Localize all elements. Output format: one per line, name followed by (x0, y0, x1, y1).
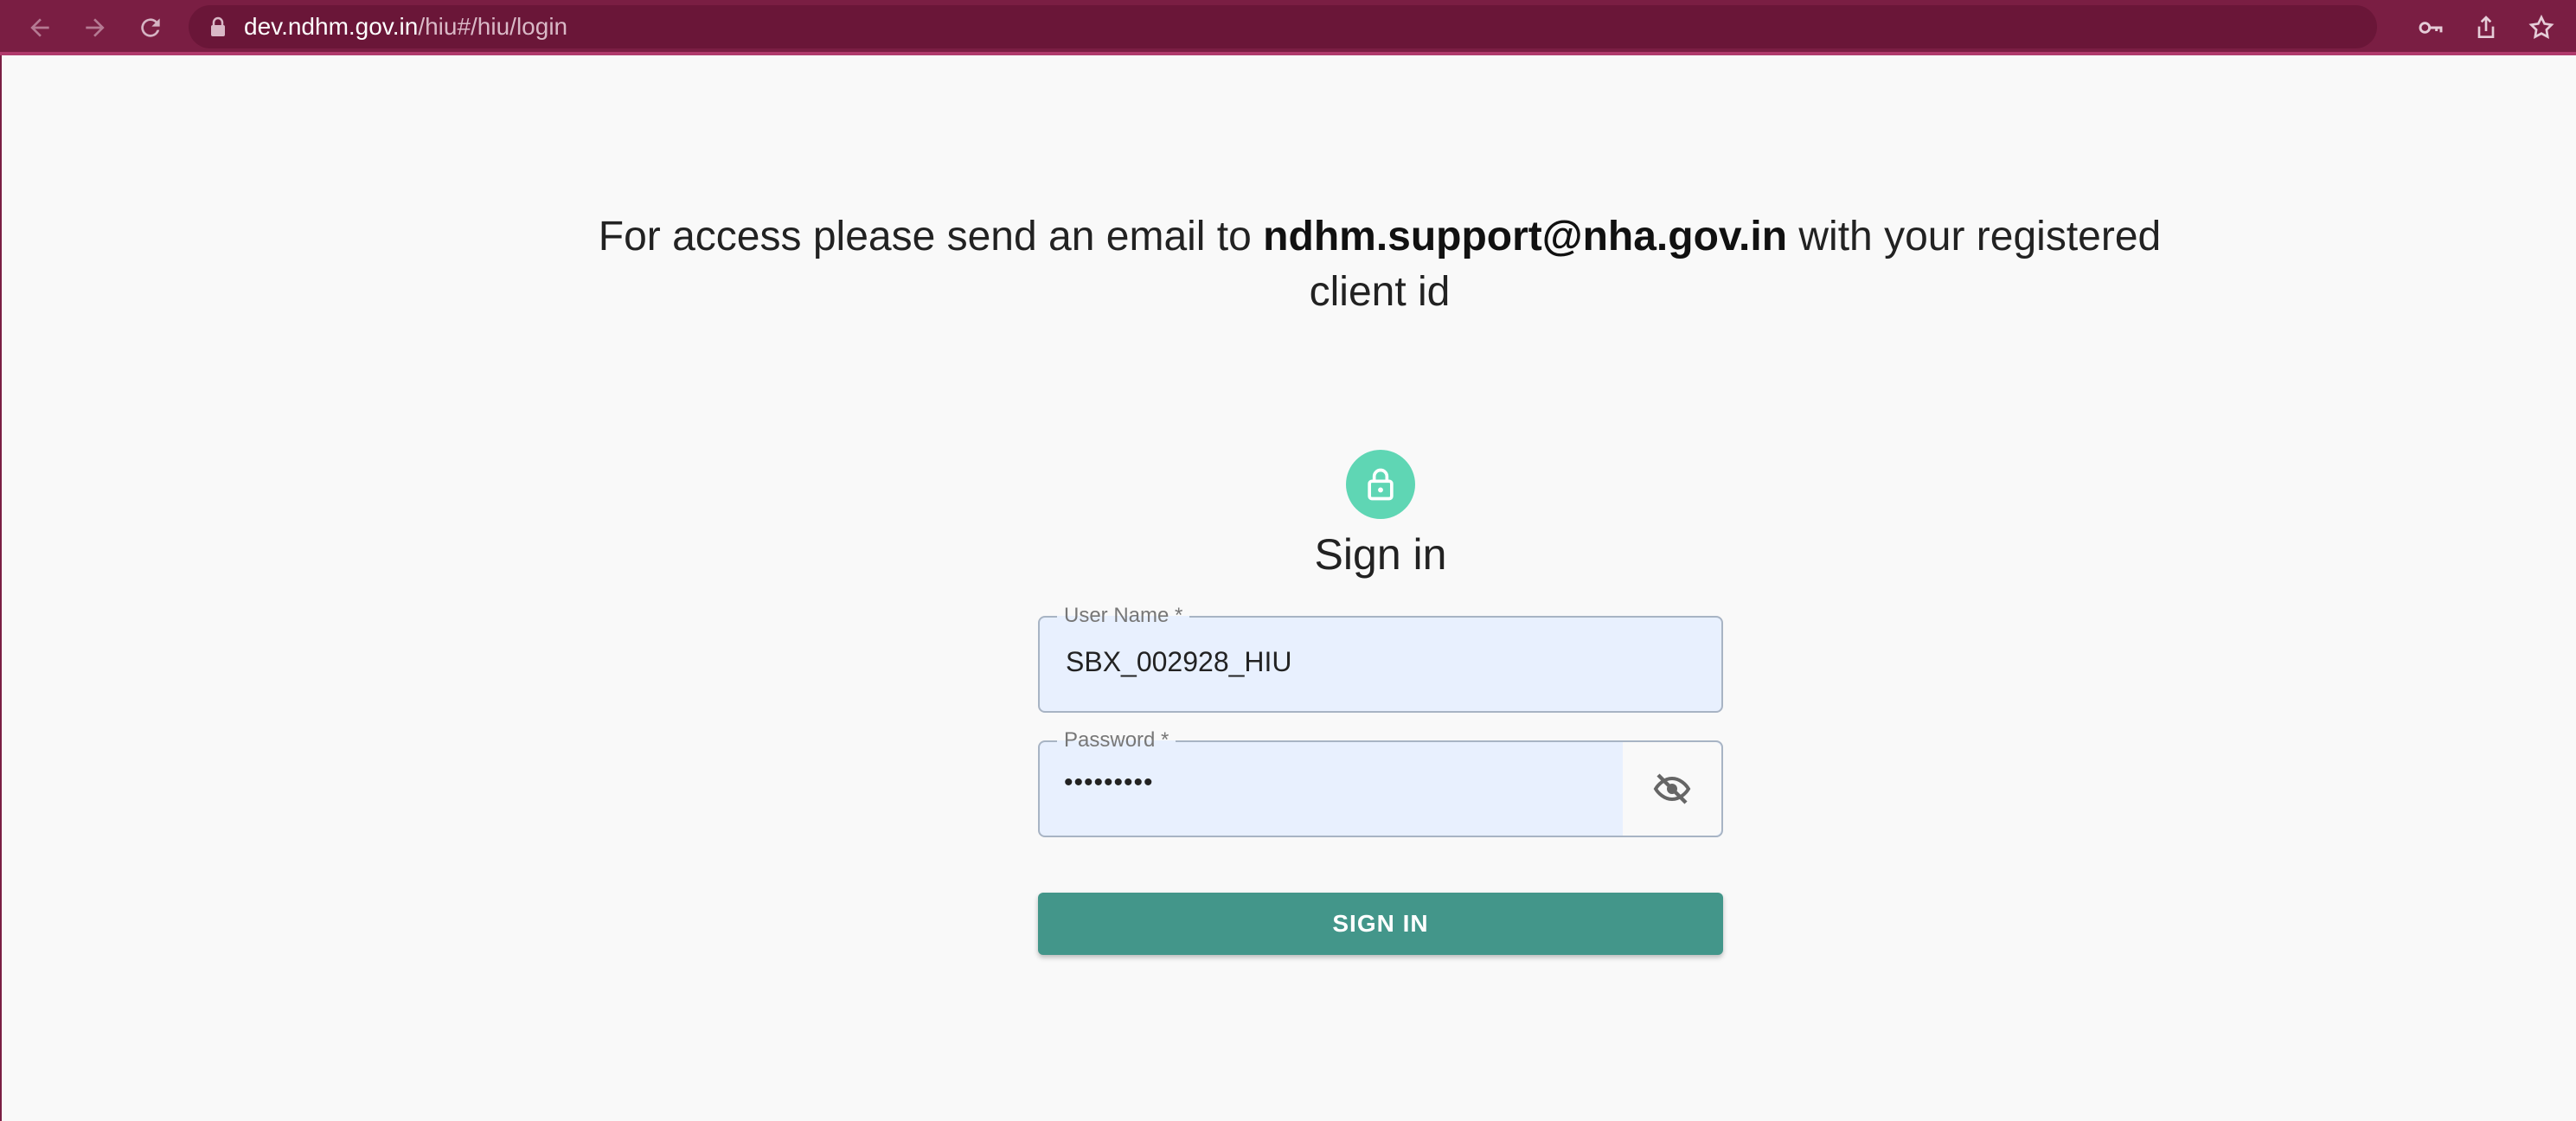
lock-avatar (1346, 450, 1415, 519)
password-label: Password * (1057, 728, 1176, 753)
password-input[interactable]: ••••••••• (1064, 768, 1618, 798)
password-key-button[interactable] (2412, 9, 2450, 47)
window-edge (0, 55, 2, 1121)
star-icon (2528, 14, 2554, 39)
url-host: dev.ndhm.gov.in (244, 13, 419, 40)
bookmark-button[interactable] (2522, 9, 2560, 47)
key-icon (2419, 22, 2443, 34)
signin-button[interactable]: SIGN IN (1038, 893, 1723, 955)
username-input[interactable] (1064, 645, 1621, 679)
notice-prefix: For access please send an email to (598, 214, 1264, 259)
back-button[interactable] (21, 9, 59, 47)
eye-off-icon (1653, 773, 1691, 804)
padlock-icon (1368, 468, 1394, 501)
support-email: ndhm.support@nha.gov.in (1263, 214, 1788, 259)
lock-icon (211, 16, 225, 36)
forward-arrow-icon (86, 18, 105, 37)
reload-button[interactable] (131, 9, 170, 47)
signin-heading: Sign in (1314, 530, 1447, 579)
share-icon (2477, 16, 2495, 38)
username-label: User Name * (1057, 604, 1190, 628)
back-arrow-icon (30, 18, 49, 37)
browser-toolbar: dev.ndhm.gov.in/hiu#/hiu/login (0, 0, 2576, 55)
access-notice: For access please send an email to ndhm.… (554, 209, 2206, 320)
username-field[interactable]: User Name * (1038, 604, 1723, 713)
toggle-password-visibility-button[interactable] (1623, 742, 1721, 836)
forward-button[interactable] (76, 9, 114, 47)
reload-icon (141, 18, 160, 37)
password-field[interactable]: Password * ••••••••• (1038, 728, 1723, 837)
share-button[interactable] (2467, 9, 2505, 47)
url-path: /hiu#/hiu/login (418, 13, 568, 40)
address-bar[interactable]: dev.ndhm.gov.in/hiu#/hiu/login (189, 5, 2377, 48)
